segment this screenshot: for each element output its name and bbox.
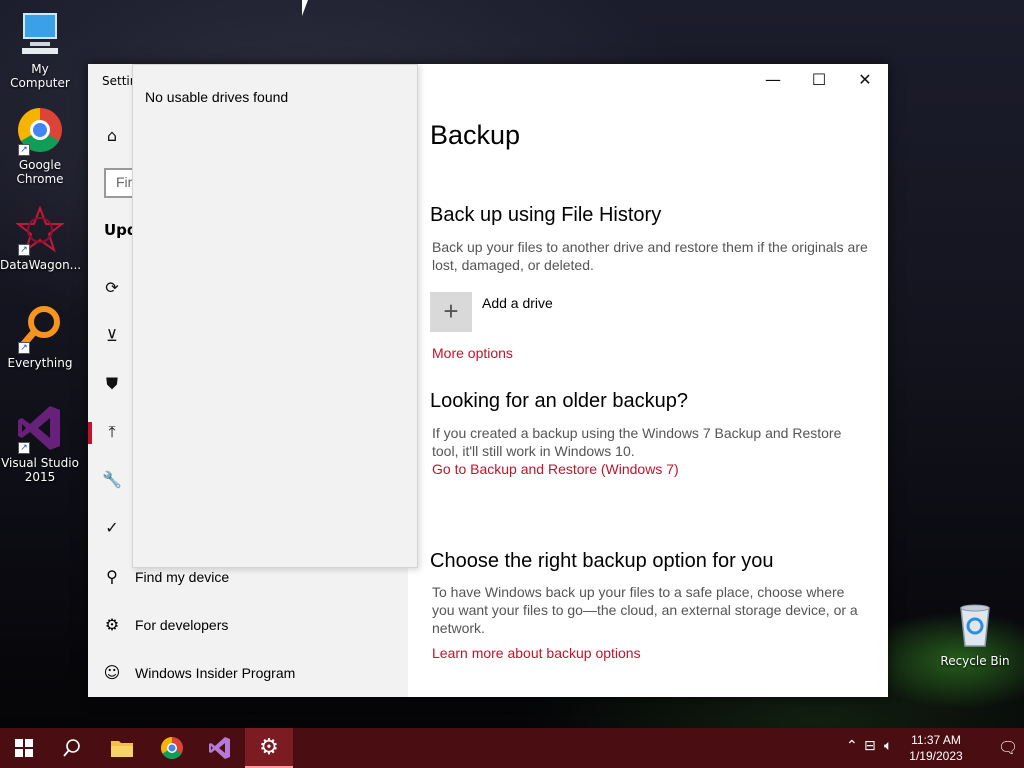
computer-icon (16, 10, 64, 58)
taskbar-file-explorer[interactable] (98, 728, 146, 768)
taskbar-chrome[interactable] (148, 728, 196, 768)
mouse-cursor (302, 0, 314, 16)
chrome-icon: ↗ (16, 106, 64, 156)
desktop-icon-my-computer[interactable]: My Computer (0, 10, 80, 90)
taskbar-settings[interactable]: ⚙ (245, 728, 293, 768)
troubleshoot-icon[interactable]: 🔧 (102, 470, 122, 490)
maximize-button[interactable]: ☐ (796, 64, 842, 96)
drive-picker-flyout: No usable drives found (132, 64, 418, 568)
volume-icon[interactable]: 🔈︎ (884, 738, 892, 754)
file-history-description: Back up your files to another drive and … (432, 239, 868, 273)
shortcut-arrow-icon: ↗ (18, 442, 30, 454)
minimize-button[interactable]: — (750, 64, 796, 96)
system-tray: ⌃ ⊟ 🔈︎ 11:37 AM 1/19/2023 🗨︎ (824, 728, 1024, 768)
nav-item-windows-insider[interactable]: ☺ Windows Insider Program (88, 654, 408, 694)
chevron-up-icon[interactable]: ⌃ (846, 738, 858, 754)
plus-icon: + (430, 292, 472, 332)
desktop-icon-everything[interactable]: ↗ Everything (0, 304, 80, 370)
desktop-icon-visual-studio[interactable]: ↗ Visual Studio 2015 (0, 404, 80, 484)
datawagon-icon: ↗ (15, 205, 65, 256)
taskbar: ⚙ ⌃ ⊟ 🔈︎ 11:37 AM 1/19/2023 🗨︎ (0, 728, 1024, 768)
windows-logo-icon (15, 739, 33, 757)
start-button[interactable] (0, 728, 48, 768)
desktop-icon-label: Everything (7, 356, 73, 370)
right-option-description: To have Windows back up your files to a … (432, 584, 858, 636)
desktop-icon-recycle-bin[interactable]: Recycle Bin (935, 602, 1015, 668)
insider-icon: ☺ (103, 663, 121, 682)
search-button[interactable] (48, 728, 96, 768)
learn-more-backup-link[interactable]: Learn more about backup options (432, 645, 641, 661)
nav-item-label: Windows Insider Program (135, 665, 296, 681)
older-backup-description: If you created a backup using the Window… (432, 425, 842, 459)
find-device-icon: ⚲ (106, 567, 118, 586)
activation-icon[interactable]: ✓ (102, 518, 122, 538)
older-backup-heading: Looking for an older backup? (430, 390, 688, 412)
clock-date: 1/19/2023 (909, 749, 963, 763)
window-controls: — ☐ ✕ (750, 64, 888, 96)
shortcut-arrow-icon: ↗ (18, 342, 30, 354)
add-drive-label: Add a drive (482, 295, 553, 311)
nav-item-for-developers[interactable]: ⚙ For developers (88, 606, 408, 646)
desktop-icon-label: Google Chrome (16, 158, 64, 186)
shortcut-arrow-icon: ↗ (18, 144, 30, 156)
desktop-icon-label: My Computer (10, 62, 70, 90)
folder-icon (111, 741, 133, 757)
gear-icon: ⚙ (259, 735, 279, 760)
developers-icon: ⚙ (104, 615, 120, 634)
close-button[interactable]: ✕ (842, 64, 888, 96)
delivery-optimization-icon[interactable]: ⊻ (102, 326, 122, 346)
shortcut-arrow-icon: ↗ (18, 244, 30, 256)
visual-studio-icon (209, 737, 230, 759)
no-drives-message: No usable drives found (145, 89, 289, 105)
home-icon[interactable]: ⌂ (102, 126, 122, 146)
desktop-icon-label: Recycle Bin (940, 654, 1010, 668)
chrome-icon (161, 737, 183, 759)
backup-restore-win7-link[interactable]: Go to Backup and Restore (Windows 7) (432, 461, 679, 477)
nav-item-label: Find my device (135, 569, 230, 585)
notifications-icon[interactable]: 🗨︎ (998, 738, 1018, 757)
settings-window: Settin ⌂ Fir Upd ⟳ ⊻ ⛊ ⤒ 🔧 ✓ ⚲ Find my d… (88, 64, 888, 697)
clock-time: 11:37 AM (911, 733, 961, 747)
backup-icon[interactable]: ⤒ (102, 422, 122, 442)
nav-selection-indicator (88, 422, 92, 444)
desktop-icon-label: Visual Studio 2015 (1, 456, 79, 484)
desktop-icon-datawagon[interactable]: ↗ DataWagon... (0, 205, 82, 272)
desktop-icon-chrome[interactable]: ↗ Google Chrome (0, 106, 80, 186)
taskbar-clock[interactable]: 11:37 AM 1/19/2023 (906, 732, 966, 764)
taskbar-visual-studio[interactable] (196, 728, 244, 768)
more-options-link[interactable]: More options (432, 345, 513, 361)
settings-nav-pane: Settin ⌂ Fir Upd ⟳ ⊻ ⛊ ⤒ 🔧 ✓ ⚲ Find my d… (88, 64, 418, 697)
search-icon (63, 739, 80, 757)
file-history-heading: Back up using File History (430, 204, 662, 226)
nav-item-label: For developers (135, 617, 229, 633)
network-icon[interactable]: ⊟ (864, 738, 876, 754)
recycle-bin-icon (951, 602, 999, 650)
desktop-icon-label: DataWagon... (0, 258, 82, 272)
windows-security-icon[interactable]: ⛊ (102, 374, 122, 394)
visual-studio-icon: ↗ (16, 404, 64, 454)
page-title: Backup (430, 120, 521, 150)
search-magnifier-icon: ↗ (16, 304, 64, 354)
windows-update-icon[interactable]: ⟳ (102, 278, 122, 298)
right-option-heading: Choose the right backup option for you (430, 550, 774, 572)
